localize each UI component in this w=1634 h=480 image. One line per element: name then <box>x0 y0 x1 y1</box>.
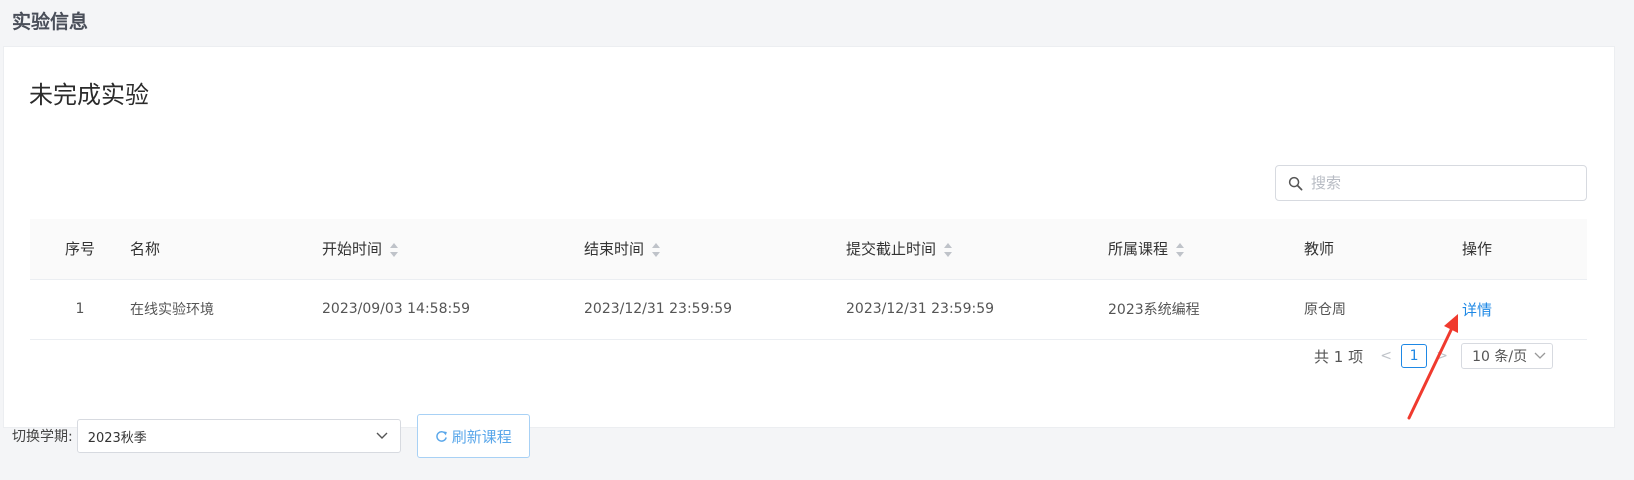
page-title: 实验信息 <box>12 11 89 33</box>
col-header-action: 操作 <box>1432 219 1587 280</box>
cell-course: 2023系统编程 <box>1108 279 1304 340</box>
incomplete-experiments-card: 未完成实验 序号 名称 开始时间 结束时间 提交截止时间 所属课程 <box>3 46 1615 428</box>
table-row: 1 在线实验环境 2023/09/03 14:58:59 2023/12/31 … <box>30 279 1587 340</box>
table-header-row: 序号 名称 开始时间 结束时间 提交截止时间 所属课程 教师 操作 <box>30 219 1587 280</box>
search-box[interactable] <box>1275 165 1587 201</box>
sort-icon[interactable] <box>1176 242 1185 257</box>
col-header-index: 序号 <box>30 219 130 280</box>
cell-deadline: 2023/12/31 23:59:59 <box>846 279 1108 340</box>
col-header-deadline[interactable]: 提交截止时间 <box>846 219 1108 280</box>
search-icon <box>1288 176 1303 190</box>
chevron-down-icon <box>1534 352 1546 359</box>
col-header-teacher: 教师 <box>1304 219 1432 280</box>
search-input[interactable] <box>1309 173 1583 193</box>
semester-value: 2023秋季 <box>87 430 147 446</box>
sort-icon[interactable] <box>944 242 953 257</box>
col-header-end-time[interactable]: 结束时间 <box>584 219 846 280</box>
cell-index: 1 <box>30 279 130 340</box>
refresh-label: 刷新课程 <box>451 427 512 446</box>
cell-name: 在线实验环境 <box>130 279 322 340</box>
cell-start-time: 2023/09/03 14:58:59 <box>322 279 584 340</box>
cell-end-time: 2023/12/31 23:59:59 <box>584 279 846 340</box>
refresh-icon <box>435 430 447 442</box>
sort-icon[interactable] <box>652 242 661 257</box>
semester-label: 切换学期: <box>12 429 73 445</box>
prev-page-button[interactable]: < <box>1375 348 1397 364</box>
col-header-course[interactable]: 所属课程 <box>1108 219 1304 280</box>
pagination-total: 共 1 项 <box>1314 347 1364 366</box>
col-header-start-time[interactable]: 开始时间 <box>322 219 584 280</box>
semester-bar: 切换学期: 2023秋季 刷新课程 <box>12 414 530 458</box>
card-title: 未完成实验 <box>29 81 149 109</box>
col-header-name: 名称 <box>130 219 322 280</box>
sort-icon[interactable] <box>390 242 399 257</box>
page-size-value: 10 条/页 <box>1472 349 1528 365</box>
experiments-table: 序号 名称 开始时间 结束时间 提交截止时间 所属课程 教师 操作 1 在线实验… <box>30 219 1587 340</box>
semester-select[interactable]: 2023秋季 <box>76 419 401 453</box>
refresh-courses-button[interactable]: 刷新课程 <box>416 414 530 458</box>
annotation-arrow <box>1407 314 1458 420</box>
chevron-down-icon <box>376 432 388 439</box>
